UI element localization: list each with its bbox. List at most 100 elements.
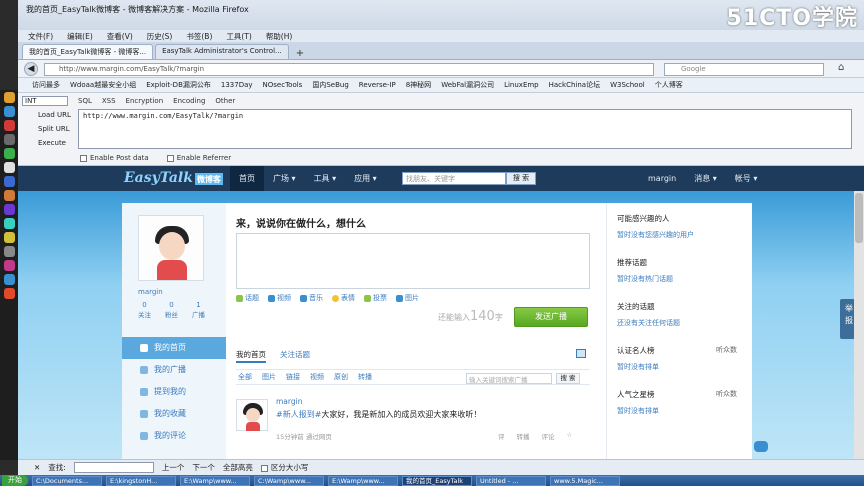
tool-music[interactable]: 音乐 xyxy=(300,293,323,303)
menu-tools[interactable]: 工具(T) xyxy=(226,31,251,42)
bookmark-item[interactable]: 8神秘网 xyxy=(406,80,431,90)
app-icon[interactable] xyxy=(3,134,15,145)
bookmark-item[interactable]: 个人博客 xyxy=(655,80,683,90)
avatar[interactable] xyxy=(138,215,204,281)
hackbar-menu-sql[interactable]: SQL xyxy=(78,97,92,105)
taskbar-item[interactable]: C:\Documents... xyxy=(32,475,102,486)
menu-help[interactable]: 帮助(H) xyxy=(266,31,293,42)
hackbar-menu-xss[interactable]: XSS xyxy=(102,97,116,105)
stat-broadcasts[interactable]: 1 广播 xyxy=(192,301,205,319)
match-case-checkbox[interactable]: 区分大小写 xyxy=(260,462,308,473)
bookmark-item[interactable]: WebFal漏洞公司 xyxy=(441,80,494,90)
bookmark-item[interactable]: 访问最多 xyxy=(32,80,60,90)
stat-following[interactable]: 0 关注 xyxy=(138,301,151,319)
bookmark-item[interactable]: Reverse-IP xyxy=(359,81,396,89)
page-scrollbar[interactable] xyxy=(854,191,864,459)
search-field[interactable]: Google xyxy=(664,63,824,76)
split-url-button[interactable]: Split URL xyxy=(38,125,71,133)
hackbar-type-select[interactable]: INT xyxy=(22,96,68,106)
tool-image[interactable]: 图片 xyxy=(396,293,419,303)
filter-reposts[interactable]: 转播 xyxy=(358,372,372,382)
bookmark-item[interactable]: NOsecTools xyxy=(263,81,303,89)
taskbar-item[interactable]: E:\kingstonH... xyxy=(106,475,176,486)
site-nav-home[interactable]: 首页 xyxy=(230,166,264,191)
app-icon[interactable] xyxy=(3,120,15,131)
taskbar-item[interactable]: 我的首页_EasyTalk xyxy=(402,475,472,486)
highlight-all-button[interactable]: 全部高亮 xyxy=(223,462,253,473)
favorite-star-icon[interactable]: ☆ xyxy=(567,431,573,441)
enable-referrer-checkbox[interactable]: Enable Referrer xyxy=(166,154,231,162)
nav-my-home[interactable]: 我的首页 xyxy=(122,337,226,359)
filter-images[interactable]: 图片 xyxy=(262,372,276,382)
chat-bubble-icon[interactable] xyxy=(754,441,768,452)
hackbar-url-textarea[interactable]: http://www.margin.com/EasyTalk/?margin xyxy=(78,109,852,149)
app-icon[interactable] xyxy=(3,218,15,229)
tab-followed-topics[interactable]: 关注话题 xyxy=(280,349,310,363)
post-action-review[interactable]: 评 xyxy=(498,431,505,441)
app-icon[interactable] xyxy=(3,232,15,243)
site-nav-apps[interactable]: 应用 ▾ xyxy=(345,166,386,191)
compose-textarea[interactable] xyxy=(236,233,590,289)
app-icon[interactable] xyxy=(3,162,15,173)
filter-original[interactable]: 原创 xyxy=(334,372,348,382)
tab-admin-panel[interactable]: EasyTalk Administrator's Control... xyxy=(155,44,289,59)
send-broadcast-button[interactable]: 发送广播 xyxy=(514,307,588,327)
feed-search-input[interactable]: 输入关键词搜索广播 xyxy=(466,373,552,384)
execute-button[interactable]: Execute xyxy=(38,139,71,147)
nav-favorites[interactable]: 我的收藏 xyxy=(122,403,226,425)
bookmark-item[interactable]: 国内SeBug xyxy=(312,80,348,90)
menu-edit[interactable]: 编辑(E) xyxy=(67,31,93,42)
taskbar-item[interactable]: E:\Wamp\www... xyxy=(328,475,398,486)
filter-all[interactable]: 全部 xyxy=(238,372,252,382)
app-icon[interactable] xyxy=(3,260,15,271)
bookmark-item[interactable]: HackChina论坛 xyxy=(549,80,600,90)
hackbar-menu-other[interactable]: Other xyxy=(215,97,235,105)
url-field[interactable]: http://www.margin.com/EasyTalk/?margin xyxy=(44,63,654,76)
bookmark-item[interactable]: 1337Day xyxy=(221,81,253,89)
app-icon[interactable] xyxy=(3,106,15,117)
site-search-button[interactable]: 搜 索 xyxy=(506,172,536,185)
filter-links[interactable]: 链接 xyxy=(286,372,300,382)
site-username[interactable]: margin xyxy=(648,166,676,191)
app-icon[interactable] xyxy=(3,204,15,215)
bookmark-item[interactable]: Wdoaa越最安全小组 xyxy=(70,80,136,90)
tool-vote[interactable]: 投票 xyxy=(364,293,387,303)
app-icon[interactable] xyxy=(3,246,15,257)
load-url-button[interactable]: Load URL xyxy=(38,111,71,119)
start-button[interactable]: 开始 xyxy=(2,475,28,486)
app-icon[interactable] xyxy=(3,190,15,201)
tool-video[interactable]: 视频 xyxy=(268,293,291,303)
profile-username[interactable]: margin xyxy=(138,288,163,296)
taskbar-item[interactable]: www.5.Magic... xyxy=(550,475,620,486)
app-icon[interactable] xyxy=(3,176,15,187)
menu-history[interactable]: 历史(S) xyxy=(147,31,173,42)
post-avatar[interactable] xyxy=(236,399,268,431)
tab-my-home[interactable]: 我的首页_EasyTalk微博客 - 微博客... xyxy=(22,44,154,59)
stat-followers[interactable]: 0 粉丝 xyxy=(165,301,178,319)
taskbar-item[interactable]: C:\Wamp\www... xyxy=(254,475,324,486)
tab-my-home-feed[interactable]: 我的首页 xyxy=(236,349,266,363)
app-icon[interactable] xyxy=(3,274,15,285)
site-search-input[interactable]: 找朋友、关键字 xyxy=(402,172,506,185)
close-icon[interactable]: ✕ xyxy=(34,463,40,472)
menu-view[interactable]: 查看(V) xyxy=(107,31,133,42)
feed-search-button[interactable]: 搜 索 xyxy=(556,373,580,384)
site-messages-menu[interactable]: 消息 ▾ xyxy=(694,166,717,191)
app-icon[interactable] xyxy=(3,288,15,299)
new-tab-plus-icon[interactable]: + xyxy=(291,48,309,59)
bookmark-item[interactable]: Exploit-DB漏洞公布 xyxy=(146,80,211,90)
nav-comments[interactable]: 我的评论 xyxy=(122,425,226,447)
tool-topic[interactable]: 话题 xyxy=(236,293,259,303)
find-input[interactable] xyxy=(73,462,154,473)
find-previous-button[interactable]: 上一个 xyxy=(162,462,185,473)
menu-file[interactable]: 文件(F) xyxy=(28,31,53,42)
filter-videos[interactable]: 视频 xyxy=(310,372,324,382)
bookmark-item[interactable]: W3School xyxy=(610,81,645,89)
post-tag[interactable]: #新人报到# xyxy=(276,410,321,419)
menu-bookmarks[interactable]: 书签(B) xyxy=(186,31,212,42)
home-icon[interactable]: ⌂ xyxy=(838,62,844,73)
layout-toggle-icon[interactable] xyxy=(576,349,586,358)
tool-emoji[interactable]: 表情 xyxy=(332,293,355,303)
site-logo[interactable]: EasyTalk 微博客 xyxy=(124,170,223,186)
site-nav-tools[interactable]: 工具 ▾ xyxy=(305,166,346,191)
